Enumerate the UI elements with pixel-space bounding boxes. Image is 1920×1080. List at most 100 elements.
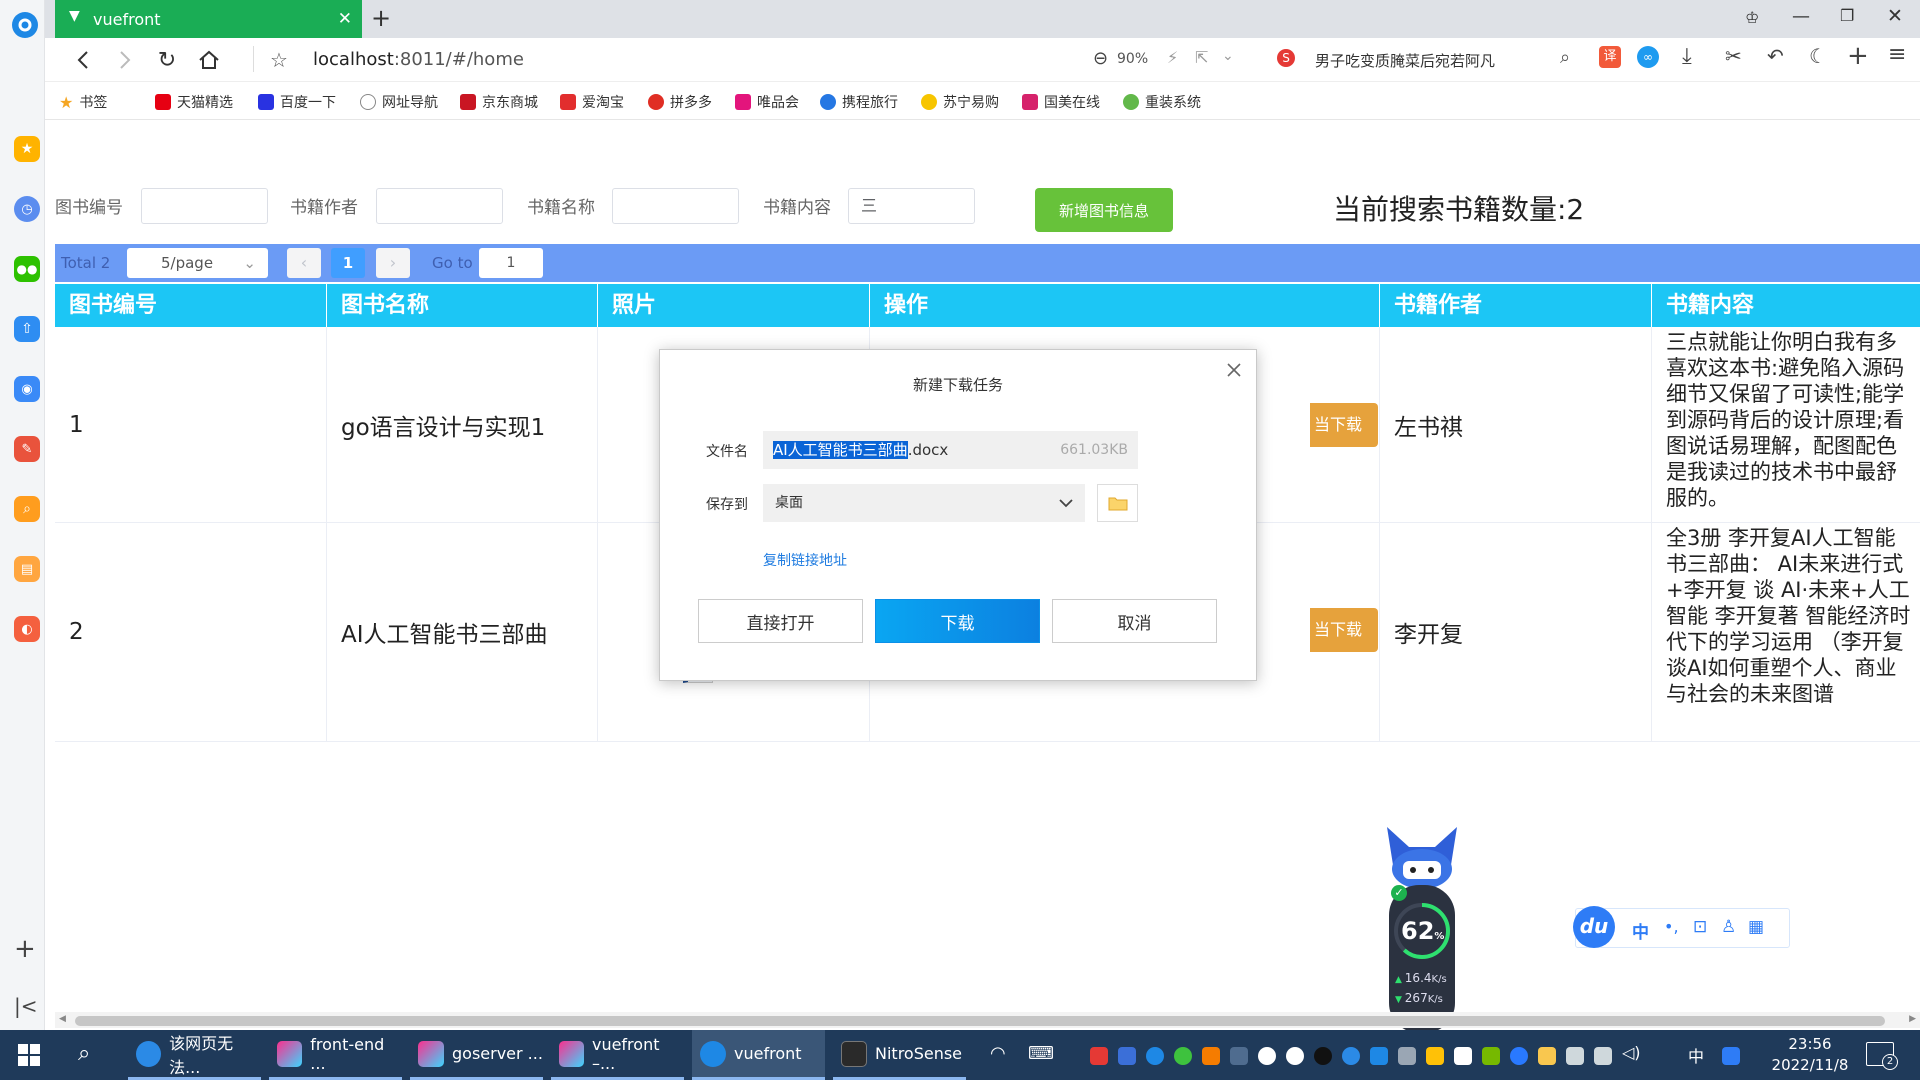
home-icon[interactable] <box>195 46 223 74</box>
sogou-icon[interactable]: S <box>1277 49 1295 67</box>
horizontal-scrollbar[interactable]: ◀ ▶ <box>55 1012 1920 1028</box>
bookmark-item[interactable]: 苏宁易购 <box>921 92 999 112</box>
network-speed-widget[interactable]: ✓ 62% ▲ 16.4K/s ▼ 267K/s <box>1385 825 1459 1035</box>
download-row-button[interactable]: 当下载 <box>1310 403 1378 447</box>
chrome-tray-icon[interactable] <box>1174 1047 1192 1065</box>
punctuation-icon[interactable]: •, <box>1664 917 1679 936</box>
star-icon[interactable]: ★ <box>14 136 40 162</box>
browser-logo-icon[interactable] <box>12 12 38 38</box>
download-row-button[interactable]: 当下载 <box>1310 608 1378 652</box>
qq-icon[interactable] <box>1314 1047 1332 1065</box>
bookmark-item[interactable]: 拼多多 <box>648 92 712 112</box>
ime-mode-toggle[interactable]: 中 <box>1632 918 1649 943</box>
goto-page-input[interactable]: 1 <box>479 248 543 278</box>
taskbar-item[interactable]: front-end ... <box>269 1030 402 1080</box>
notes-icon[interactable]: ▤ <box>14 556 40 582</box>
close-dialog-icon[interactable] <box>1224 360 1244 380</box>
column-header[interactable]: 图书编号 <box>55 284 327 327</box>
bookmark-star-icon[interactable]: ☆ <box>265 46 293 74</box>
bookmark-item[interactable]: 百度一下 <box>258 92 336 112</box>
chevron-down-icon[interactable]: ⌄ <box>1222 48 1234 64</box>
moon-icon[interactable]: ☾ <box>1809 44 1827 68</box>
next-page-button[interactable]: › <box>376 248 410 278</box>
grid-icon[interactable]: ▦ <box>1748 917 1764 937</box>
prev-page-button[interactable]: ‹ <box>287 248 321 278</box>
column-header[interactable]: 照片 <box>598 284 870 327</box>
taskbar-clock[interactable]: 23:56 2022/11/8 <box>1765 1034 1855 1076</box>
menu-icon[interactable]: ≡ <box>1888 42 1906 67</box>
steam-icon[interactable] <box>1258 1047 1276 1065</box>
bookmark-item[interactable]: 网址导航 <box>360 92 438 112</box>
taskbar-item[interactable]: 该网页无法... <box>128 1030 261 1080</box>
forward-icon[interactable] <box>111 46 139 74</box>
add-sidebar-icon[interactable]: + <box>14 934 36 964</box>
bookmark-item[interactable]: 京东商城 <box>460 92 538 112</box>
keyboard-icon[interactable]: ⊡ <box>1693 917 1707 937</box>
reload-icon[interactable]: ↻ <box>153 46 181 74</box>
wifi-icon[interactable]: ◠ <box>990 1043 1006 1064</box>
scrollbar-thumb[interactable] <box>75 1016 1885 1026</box>
undo-icon[interactable]: ↶ <box>1767 44 1784 68</box>
close-tab-icon[interactable]: ✕ <box>338 9 352 29</box>
pen-tool-icon[interactable] <box>1202 1047 1220 1065</box>
book-content-input[interactable]: 三 <box>848 188 975 224</box>
book-id-input[interactable] <box>141 188 268 224</box>
taskbar-item[interactable]: goserver ... <box>410 1030 543 1080</box>
url-field[interactable]: localhost:8011/#/home <box>313 49 524 70</box>
download-icon[interactable]: ⤓ <box>1682 44 1692 69</box>
battery-icon[interactable] <box>1566 1047 1584 1065</box>
scroll-left-icon[interactable]: ◀ <box>59 1014 66 1024</box>
keyboard-icon[interactable]: ⌨ <box>1028 1043 1054 1064</box>
plus-icon[interactable]: + <box>1847 41 1869 71</box>
security-shield-icon[interactable] <box>1426 1047 1444 1065</box>
restore-icon[interactable]: ❐ <box>1840 6 1854 25</box>
cancel-button[interactable]: 取消 <box>1052 599 1217 643</box>
bookmark-item[interactable]: 国美在线 <box>1022 92 1100 112</box>
wechat-icon[interactable]: ●● <box>14 256 40 282</box>
screenshot-icon[interactable]: ◐ <box>14 616 40 642</box>
translate-icon[interactable]: 译 <box>1599 46 1621 68</box>
pdf-icon[interactable]: ✎ <box>14 436 40 462</box>
lightning-icon[interactable]: ⚡ <box>1167 48 1178 67</box>
close-window-icon[interactable]: ✕ <box>1887 5 1903 27</box>
filename-input[interactable]: AI人工智能书三部曲.docx 661.03KB <box>763 431 1138 469</box>
shield-icon[interactable] <box>1118 1047 1136 1065</box>
bookmark-item[interactable]: 爱淘宝 <box>560 92 624 112</box>
tab-vuefront[interactable]: ▼ vuefront ✕ <box>55 0 362 38</box>
weibo-icon[interactable]: ◉ <box>14 376 40 402</box>
column-header[interactable]: 书籍作者 <box>1380 284 1652 327</box>
page-size-select[interactable]: 5/page ⌄ <box>127 248 268 278</box>
clock-icon[interactable]: ◷ <box>14 196 40 222</box>
zoom-icon[interactable]: ⊖ <box>1093 48 1108 69</box>
taskbar-item[interactable]: NitroSense <box>833 1030 966 1080</box>
add-book-button[interactable]: 新增图书信息 <box>1035 188 1173 232</box>
infinity-icon[interactable]: ∞ <box>1637 46 1659 68</box>
baidu-ime-tray-icon[interactable] <box>1722 1047 1740 1065</box>
bookmark-item[interactable]: 携程旅行 <box>820 92 898 112</box>
bookmark-item[interactable]: ★ 书签 <box>59 92 107 112</box>
search-icon[interactable]: ⌕ <box>1560 47 1570 68</box>
steam-icon[interactable] <box>1286 1047 1304 1065</box>
taskbar-item[interactable]: vuefront <box>692 1030 825 1080</box>
hot-search-text[interactable]: 男子吃变质腌菜后宛若阿凡 <box>1315 50 1495 71</box>
collapse-sidebar-icon[interactable]: |< <box>14 994 38 1018</box>
windows-start-icon[interactable] <box>18 1044 40 1066</box>
folder-tray-icon[interactable] <box>1538 1047 1556 1065</box>
open-directly-button[interactable]: 直接打开 <box>698 599 863 643</box>
nvidia-icon[interactable] <box>1482 1047 1500 1065</box>
share-icon[interactable]: ⇱ <box>1195 48 1208 67</box>
save-location-select[interactable]: 桌面 <box>763 484 1085 522</box>
scroll-right-icon[interactable]: ▶ <box>1909 1014 1916 1024</box>
user-icon[interactable]: ♙ <box>1721 917 1736 937</box>
scissors-icon[interactable]: ✂ <box>1725 44 1742 68</box>
volume-icon[interactable]: ◁) <box>1622 1043 1641 1062</box>
baidu-ime-logo[interactable]: du <box>1573 906 1615 948</box>
defender-icon[interactable] <box>1454 1047 1472 1065</box>
wps-icon[interactable] <box>1090 1047 1108 1065</box>
column-header[interactable]: 书籍内容 <box>1652 284 1920 327</box>
page-number-button[interactable]: 1 <box>331 248 365 278</box>
folder-browse-button[interactable] <box>1097 484 1138 522</box>
bluetooth-icon[interactable] <box>1510 1047 1528 1065</box>
bookmark-item[interactable]: 重装系统 <box>1123 92 1201 112</box>
k-app-icon[interactable] <box>1146 1047 1164 1065</box>
